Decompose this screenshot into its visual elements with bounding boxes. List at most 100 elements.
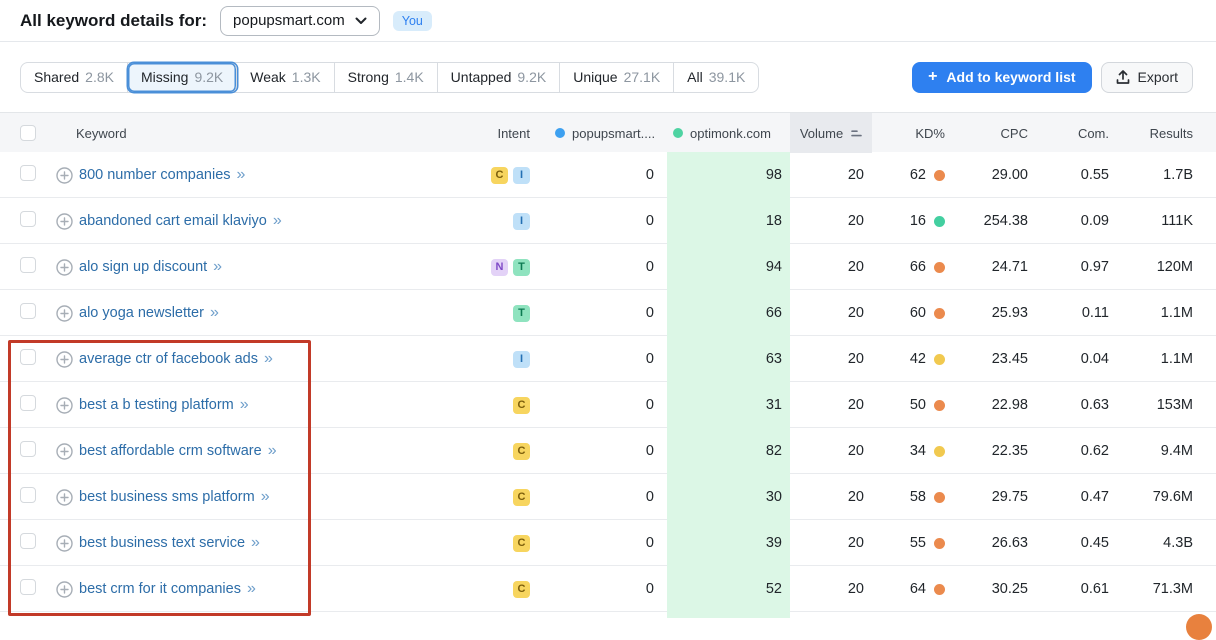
keyword-link[interactable]: best a b testing platform xyxy=(79,397,234,413)
keyword-link[interactable]: best business sms platform xyxy=(79,489,255,505)
row-checkbox[interactable] xyxy=(20,257,36,273)
expand-plus-icon[interactable] xyxy=(56,167,73,184)
filter-tab-unique[interactable]: Unique 27.1K xyxy=(560,63,674,92)
keyword-link[interactable]: best business text service xyxy=(79,535,245,551)
row-checkbox[interactable] xyxy=(20,303,36,319)
open-keyword-icon[interactable]: » xyxy=(247,581,256,597)
filter-tab-label: Weak xyxy=(250,69,286,85)
floating-widget-partial-icon[interactable] xyxy=(1186,614,1212,640)
intent-badges: CI xyxy=(440,167,538,184)
row-checkbox[interactable] xyxy=(20,395,36,411)
popupsmart-position-value: 0 xyxy=(538,489,667,505)
filter-tab-all[interactable]: All 39.1K xyxy=(674,63,758,92)
filter-tab-count: 9.2K xyxy=(194,69,223,85)
domain-selector-value: popupsmart.com xyxy=(233,12,345,29)
intent-badges: C xyxy=(440,535,538,552)
column-header-results[interactable]: Results xyxy=(1117,113,1216,153)
filter-tab-label: Unique xyxy=(573,69,617,85)
intent-badge-c: C xyxy=(513,581,530,598)
column-header-kd[interactable]: KD% xyxy=(872,113,953,153)
results-value: 9.4M xyxy=(1117,443,1216,459)
table-row: best crm for it companies » C 0 52 20 64… xyxy=(0,566,1216,612)
keyword-link[interactable]: average ctr of facebook ads xyxy=(79,351,258,367)
row-checkbox[interactable] xyxy=(20,579,36,595)
table-row: best business text service » C 0 39 20 5… xyxy=(0,520,1216,566)
export-button[interactable]: Export xyxy=(1101,62,1193,93)
kd-value: 16 xyxy=(910,213,926,229)
kd-cell: 16 xyxy=(872,213,953,229)
kd-value: 66 xyxy=(910,259,926,275)
intent-badge-c: C xyxy=(513,397,530,414)
keyword-link[interactable]: alo yoga newsletter xyxy=(79,305,204,321)
open-keyword-icon[interactable]: » xyxy=(264,351,273,367)
kd-dot-icon xyxy=(934,354,945,365)
plus-icon: + xyxy=(928,68,937,86)
open-keyword-icon[interactable]: » xyxy=(273,213,282,229)
filter-tab-label: Strong xyxy=(348,69,389,85)
column-header-cpc[interactable]: CPC xyxy=(953,113,1036,153)
domain-selector-dropdown[interactable]: popupsmart.com xyxy=(220,6,380,36)
optimonk-position-value: 94 xyxy=(667,244,790,290)
column-header-volume[interactable]: Volume xyxy=(790,113,872,153)
filter-tab-weak[interactable]: Weak 1.3K xyxy=(237,63,334,92)
table-row: alo yoga newsletter » T 0 66 20 60 25.93… xyxy=(0,290,1216,336)
row-checkbox[interactable] xyxy=(20,349,36,365)
open-keyword-icon[interactable]: » xyxy=(251,535,260,551)
add-to-keyword-list-button[interactable]: + Add to keyword list xyxy=(912,62,1091,93)
expand-plus-icon[interactable] xyxy=(56,443,73,460)
row-checkbox[interactable] xyxy=(20,211,36,227)
kd-dot-icon xyxy=(934,400,945,411)
open-keyword-icon[interactable]: » xyxy=(210,305,219,321)
column-header-com[interactable]: Com. xyxy=(1036,113,1117,153)
filter-tab-missing[interactable]: Missing 9.2K xyxy=(128,63,237,92)
keyword-link[interactable]: best affordable crm software xyxy=(79,443,262,459)
expand-plus-icon[interactable] xyxy=(56,581,73,598)
sort-icon xyxy=(850,128,862,139)
filter-tab-strong[interactable]: Strong 1.4K xyxy=(335,63,438,92)
select-all-checkbox[interactable] xyxy=(20,125,36,141)
intent-badge-c: C xyxy=(513,443,530,460)
column-header-popupsmart[interactable]: popupsmart.... xyxy=(538,113,667,153)
keyword-link[interactable]: best crm for it companies xyxy=(79,581,241,597)
expand-plus-icon[interactable] xyxy=(56,213,73,230)
optimonk-position-value: 82 xyxy=(667,428,790,474)
volume-value: 20 xyxy=(790,259,872,275)
open-keyword-icon[interactable]: » xyxy=(213,259,222,275)
keyword-link[interactable]: alo sign up discount xyxy=(79,259,207,275)
expand-plus-icon[interactable] xyxy=(56,259,73,276)
cpc-value: 29.00 xyxy=(953,167,1036,183)
open-keyword-icon[interactable]: » xyxy=(261,489,270,505)
open-keyword-icon[interactable]: » xyxy=(237,167,246,183)
kd-value: 64 xyxy=(910,581,926,597)
column-header-optimonk[interactable]: optimonk.com xyxy=(667,113,790,153)
table-row: best affordable crm software » C 0 82 20… xyxy=(0,428,1216,474)
expand-plus-icon[interactable] xyxy=(56,535,73,552)
com-value: 0.63 xyxy=(1036,397,1117,413)
keyword-link[interactable]: 800 number companies xyxy=(79,167,231,183)
keyword-link[interactable]: abandoned cart email klaviyo xyxy=(79,213,267,229)
row-checkbox[interactable] xyxy=(20,441,36,457)
expand-plus-icon[interactable] xyxy=(56,397,73,414)
popupsmart-position-value: 0 xyxy=(538,535,667,551)
expand-plus-icon[interactable] xyxy=(56,305,73,322)
column-header-intent[interactable]: Intent xyxy=(440,113,538,153)
expand-plus-icon[interactable] xyxy=(56,489,73,506)
table-header: Keyword Intent popupsmart.... optimonk.c… xyxy=(0,112,1216,152)
filter-tab-untapped[interactable]: Untapped 9.2K xyxy=(438,63,561,92)
open-keyword-icon[interactable]: » xyxy=(240,397,249,413)
filter-tab-label: All xyxy=(687,69,703,85)
popupsmart-position-value: 0 xyxy=(538,167,667,183)
column-header-keyword[interactable]: Keyword xyxy=(56,113,440,153)
kd-value: 34 xyxy=(910,443,926,459)
filter-tab-label: Untapped xyxy=(451,69,512,85)
row-checkbox[interactable] xyxy=(20,165,36,181)
filter-tab-shared[interactable]: Shared 2.8K xyxy=(21,63,128,92)
popupsmart-position-value: 0 xyxy=(538,305,667,321)
popupsmart-position-value: 0 xyxy=(538,443,667,459)
row-checkbox[interactable] xyxy=(20,533,36,549)
optimonk-position-value: 52 xyxy=(667,566,790,612)
popupsmart-position-value: 0 xyxy=(538,213,667,229)
open-keyword-icon[interactable]: » xyxy=(268,443,277,459)
expand-plus-icon[interactable] xyxy=(56,351,73,368)
row-checkbox[interactable] xyxy=(20,487,36,503)
